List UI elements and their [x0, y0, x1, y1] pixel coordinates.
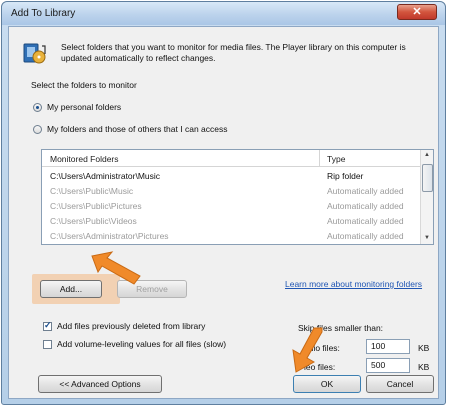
folder-path: C:\Users\Public\Videos [50, 216, 137, 226]
video-unit-label: KB [418, 362, 430, 372]
checkbox-label: Add volume-leveling values for all files… [57, 339, 227, 349]
header-description: Select folders that you want to monitor … [61, 42, 406, 63]
radio-my-personal-folders[interactable]: My personal folders [33, 102, 121, 112]
annotation-arrow-icon [91, 251, 141, 285]
option-volume-leveling[interactable]: Add volume-leveling values for all files… [43, 339, 226, 349]
advanced-options-button[interactable]: << Advanced Options [38, 375, 162, 393]
column-monitored-folders[interactable]: Monitored Folders [50, 154, 119, 164]
cancel-button[interactable]: Cancel [366, 375, 434, 393]
scroll-down-icon[interactable]: ▼ [422, 233, 432, 244]
option-add-deleted-files[interactable]: Add files previously deleted from librar… [43, 320, 206, 331]
folder-path: C:\Users\Administrator\Music [50, 171, 161, 181]
folder-type: Rip folder [327, 171, 364, 181]
column-type[interactable]: Type [327, 154, 345, 164]
video-files-input[interactable]: 500 [366, 358, 410, 373]
list-item[interactable]: C:\Users\Public\Pictures Automatically a… [42, 201, 422, 212]
folder-type: Automatically added [327, 216, 404, 226]
list-item[interactable]: C:\Users\Administrator\Pictures Automati… [42, 231, 422, 242]
list-header: Monitored Folders Type [42, 150, 422, 167]
radio-label: My personal folders [47, 102, 122, 112]
radio-my-and-others-folders[interactable]: My folders and those of others that I ca… [33, 124, 227, 134]
monitor-section-label: Select the folders to monitor [31, 80, 137, 90]
column-divider [319, 150, 320, 166]
folder-type: Automatically added [327, 231, 404, 241]
audio-unit-label: KB [418, 343, 430, 353]
radio-button[interactable] [33, 124, 42, 134]
close-icon: ✕ [412, 6, 422, 18]
checkbox-label: Add files previously deleted from librar… [57, 321, 206, 331]
title-bar[interactable]: Add To Library ✕ [2, 2, 445, 25]
add-to-library-dialog: Add To Library ✕ Select folders that you… [1, 1, 446, 405]
folder-path: C:\Users\Public\Music [50, 186, 134, 196]
folder-type: Automatically added [327, 201, 404, 211]
list-scrollbar[interactable]: ▲ ▼ [420, 150, 433, 244]
audio-files-input[interactable]: 100 [366, 339, 410, 354]
close-button[interactable]: ✕ [397, 4, 437, 20]
window-title: Add To Library [11, 8, 76, 19]
ok-button[interactable]: OK [293, 375, 361, 393]
list-item[interactable]: C:\Users\Administrator\Music Rip folder [42, 171, 422, 182]
media-library-icon [23, 43, 46, 64]
monitored-folders-list[interactable]: Monitored Folders Type C:\Users\Administ… [41, 149, 434, 245]
folder-path: C:\Users\Administrator\Pictures [50, 231, 169, 241]
list-item[interactable]: C:\Users\Public\Music Automatically adde… [42, 186, 422, 197]
radio-label: My folders and those of others that I ca… [47, 124, 228, 134]
learn-more-link[interactable]: Learn more about monitoring folders [285, 279, 422, 289]
annotation-arrow-icon [292, 327, 323, 373]
list-item[interactable]: C:\Users\Public\Videos Automatically add… [42, 216, 422, 227]
scroll-up-icon[interactable]: ▲ [422, 150, 432, 161]
scroll-thumb[interactable] [422, 164, 433, 192]
folder-path: C:\Users\Public\Pictures [50, 201, 142, 211]
radio-button-selected[interactable] [33, 102, 42, 112]
folder-type: Automatically added [327, 186, 404, 196]
checkbox-checked[interactable] [43, 320, 52, 331]
checkbox[interactable] [43, 339, 52, 349]
dialog-content: Select folders that you want to monitor … [8, 26, 439, 399]
